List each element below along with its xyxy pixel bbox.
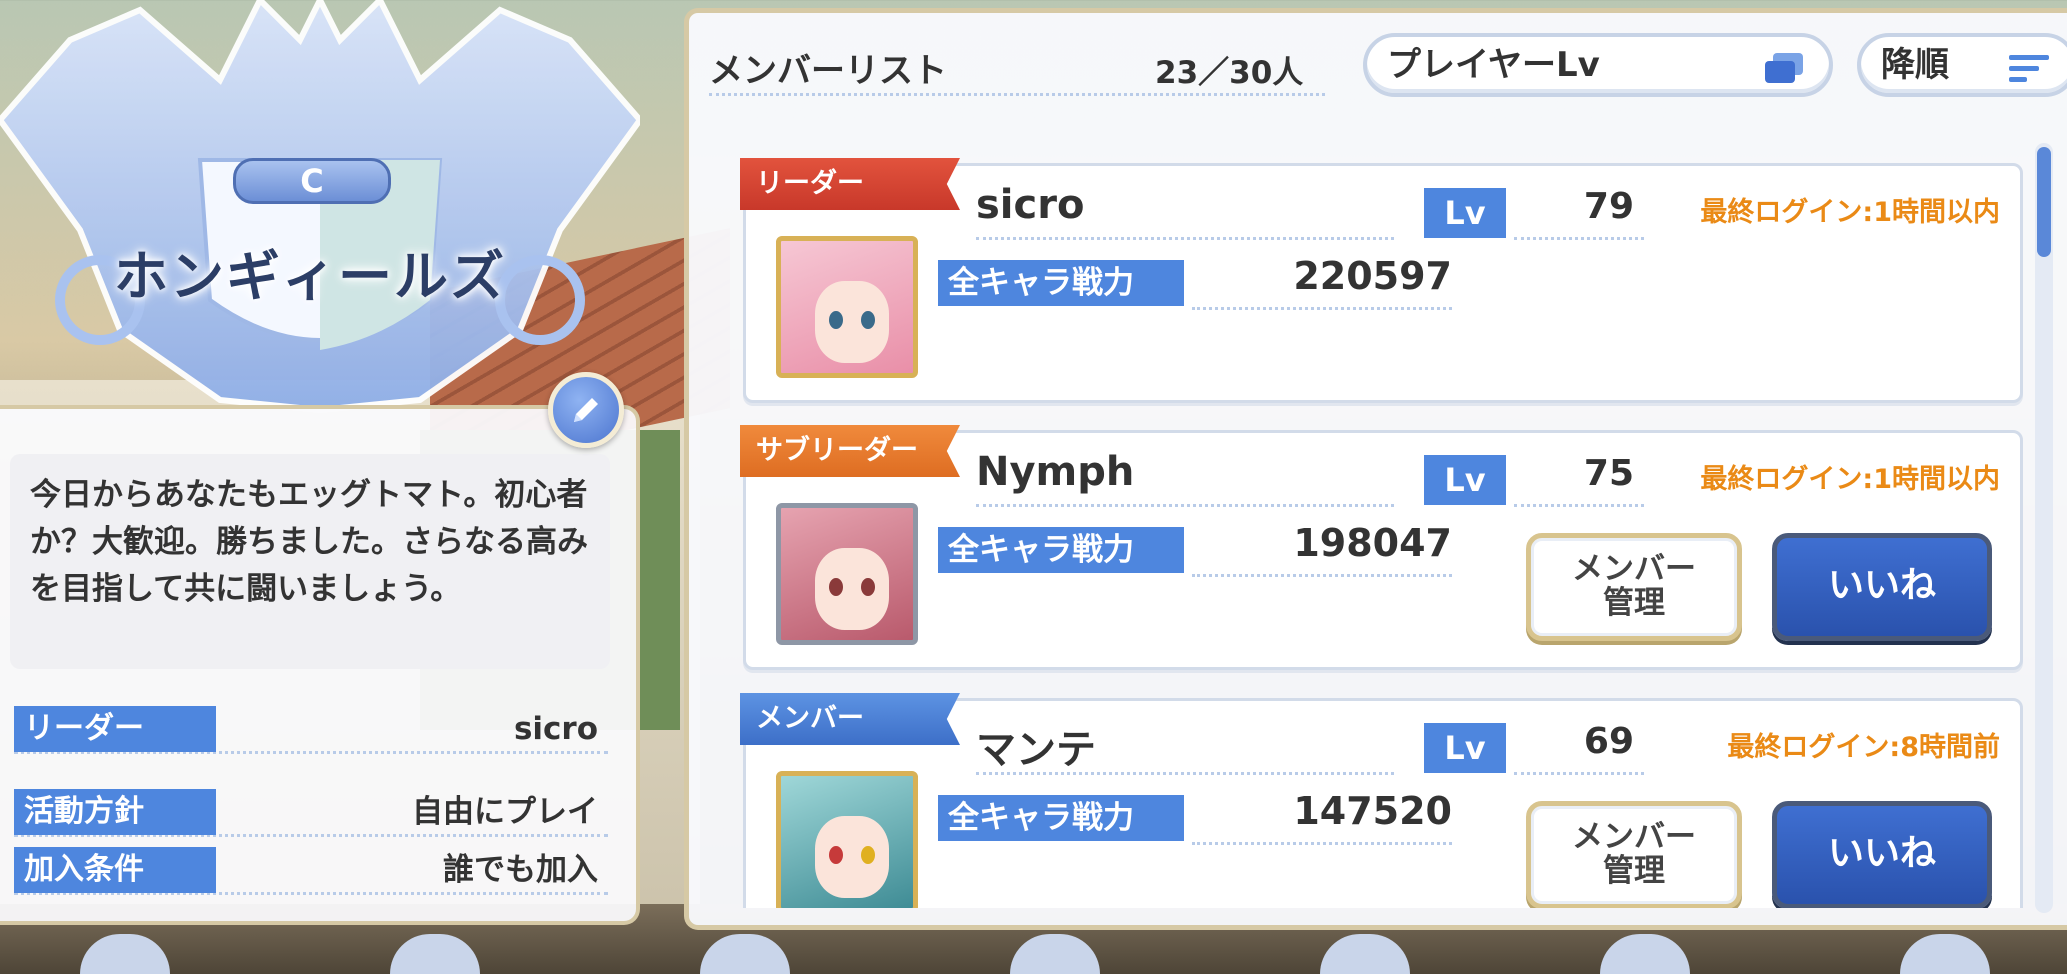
member-manage-button[interactable]: メンバー 管理 [1526,801,1742,908]
level-badge: Lv [1424,188,1506,238]
avatar-eye [829,846,843,864]
member-count: 23／30人 [1155,55,1304,91]
edit-clan-button[interactable] [548,372,624,448]
member-power: 220597 [1192,254,1452,310]
menu-icon[interactable] [1600,934,1690,974]
member-level: 75 [1514,453,1644,507]
info-value-join-condition: 誰でも加入 [443,852,598,888]
avatar-face [815,281,889,363]
power-label: 全キャラ戦力 [938,795,1184,841]
bottom-menu-strip [0,924,2067,974]
avatar-eye [829,578,843,596]
member-level: 69 [1514,721,1644,775]
info-label-join-condition: 加入条件 [14,847,216,893]
last-login: 最終ログイン:1時間以内 [1700,464,2000,495]
role-ribbon: サブリーダー [740,425,960,477]
pencil-icon [574,398,598,422]
title-divider [709,93,1325,96]
emblem-crest-icon [0,0,644,414]
sort-order-label: 降順 [1881,45,1949,85]
member-level: 79 [1514,186,1644,240]
member-card: リーダー sicro Lv 79 最終ログイン:1時間以内 全キャラ戦力 220… [740,158,2023,403]
clan-name: ホンギィールズ [114,245,506,308]
role-ribbon: リーダー [740,158,960,210]
power-label: 全キャラ戦力 [938,527,1184,573]
clan-emblem: C ホンギィールズ [0,0,644,420]
clan-info-panel: 今日からあなたもエッグトマト。初心者か？大歓迎。勝ちました。さらなる高みを目指し… [0,405,640,925]
like-button[interactable]: いいね [1772,801,1992,908]
member-cards[interactable]: リーダー sicro Lv 79 最終ログイン:1時間以内 全キャラ戦力 220… [713,128,2033,908]
avatar-face [815,548,889,630]
menu-icon[interactable] [1900,934,1990,974]
level-badge: Lv [1424,723,1506,773]
member-name: マンテ [976,717,1394,775]
clan-description: 今日からあなたもエッグトマト。初心者か？大歓迎。勝ちました。さらなる高みを目指し… [10,454,610,669]
avatar-eye [829,311,843,329]
last-login: 最終ログイン:8時間前 [1727,732,2000,763]
sort-key-button[interactable]: プレイヤーLv [1363,33,1833,97]
menu-icon[interactable] [80,934,170,974]
like-button[interactable]: いいね [1772,533,1992,641]
level-badge: Lv [1424,455,1506,505]
avatar-eye [861,578,875,596]
avatar-eye [861,846,875,864]
member-avatar[interactable] [776,503,918,645]
menu-icon[interactable] [700,934,790,974]
last-login: 最終ログイン:1時間以内 [1700,197,2000,228]
role-ribbon: メンバー [740,693,960,745]
menu-icon[interactable] [1010,934,1100,974]
info-row-leader: リーダー sicro [14,704,608,754]
member-avatar[interactable] [776,771,918,908]
member-avatar[interactable] [776,236,918,378]
member-list-title: メンバーリスト [709,51,947,91]
clan-grade-badge: C [233,158,391,204]
member-card: メンバー マンテ Lv 69 最終ログイン:8時間前 全キャラ戦力 147520… [740,693,2023,908]
member-name: sicro [976,182,1394,240]
info-label-leader: リーダー [14,706,216,752]
avatar-face [815,816,889,898]
menu-icon[interactable] [390,934,480,974]
sort-descending-icon [2009,55,2049,82]
menu-icon[interactable] [1320,934,1410,974]
member-list-panel: メンバーリスト 23／30人 プレイヤーLv 降順 リーダー sicro Lv [684,8,2067,930]
power-label: 全キャラ戦力 [938,260,1184,306]
member-power: 147520 [1192,789,1452,845]
scrollbar-thumb[interactable] [2037,147,2051,257]
info-label-policy: 活動方針 [14,789,216,835]
info-row-join-condition: 加入条件 誰でも加入 [14,845,608,895]
info-row-policy: 活動方針 自由にプレイ [14,787,608,837]
member-manage-button[interactable]: メンバー 管理 [1526,533,1742,641]
member-power: 198047 [1192,521,1452,577]
avatar-eye [861,311,875,329]
member-card: サブリーダー Nymph Lv 75 最終ログイン:1時間以内 全キャラ戦力 1… [740,425,2023,670]
copy-icon [1765,53,1803,83]
info-value-policy: 自由にプレイ [412,794,598,830]
info-value-leader: sicro [513,711,598,747]
member-list-scrollbar[interactable] [2035,143,2053,913]
sort-order-button[interactable]: 降順 [1857,33,2067,97]
member-name: Nymph [976,449,1394,507]
sort-key-label: プレイヤーLv [1387,45,1600,85]
